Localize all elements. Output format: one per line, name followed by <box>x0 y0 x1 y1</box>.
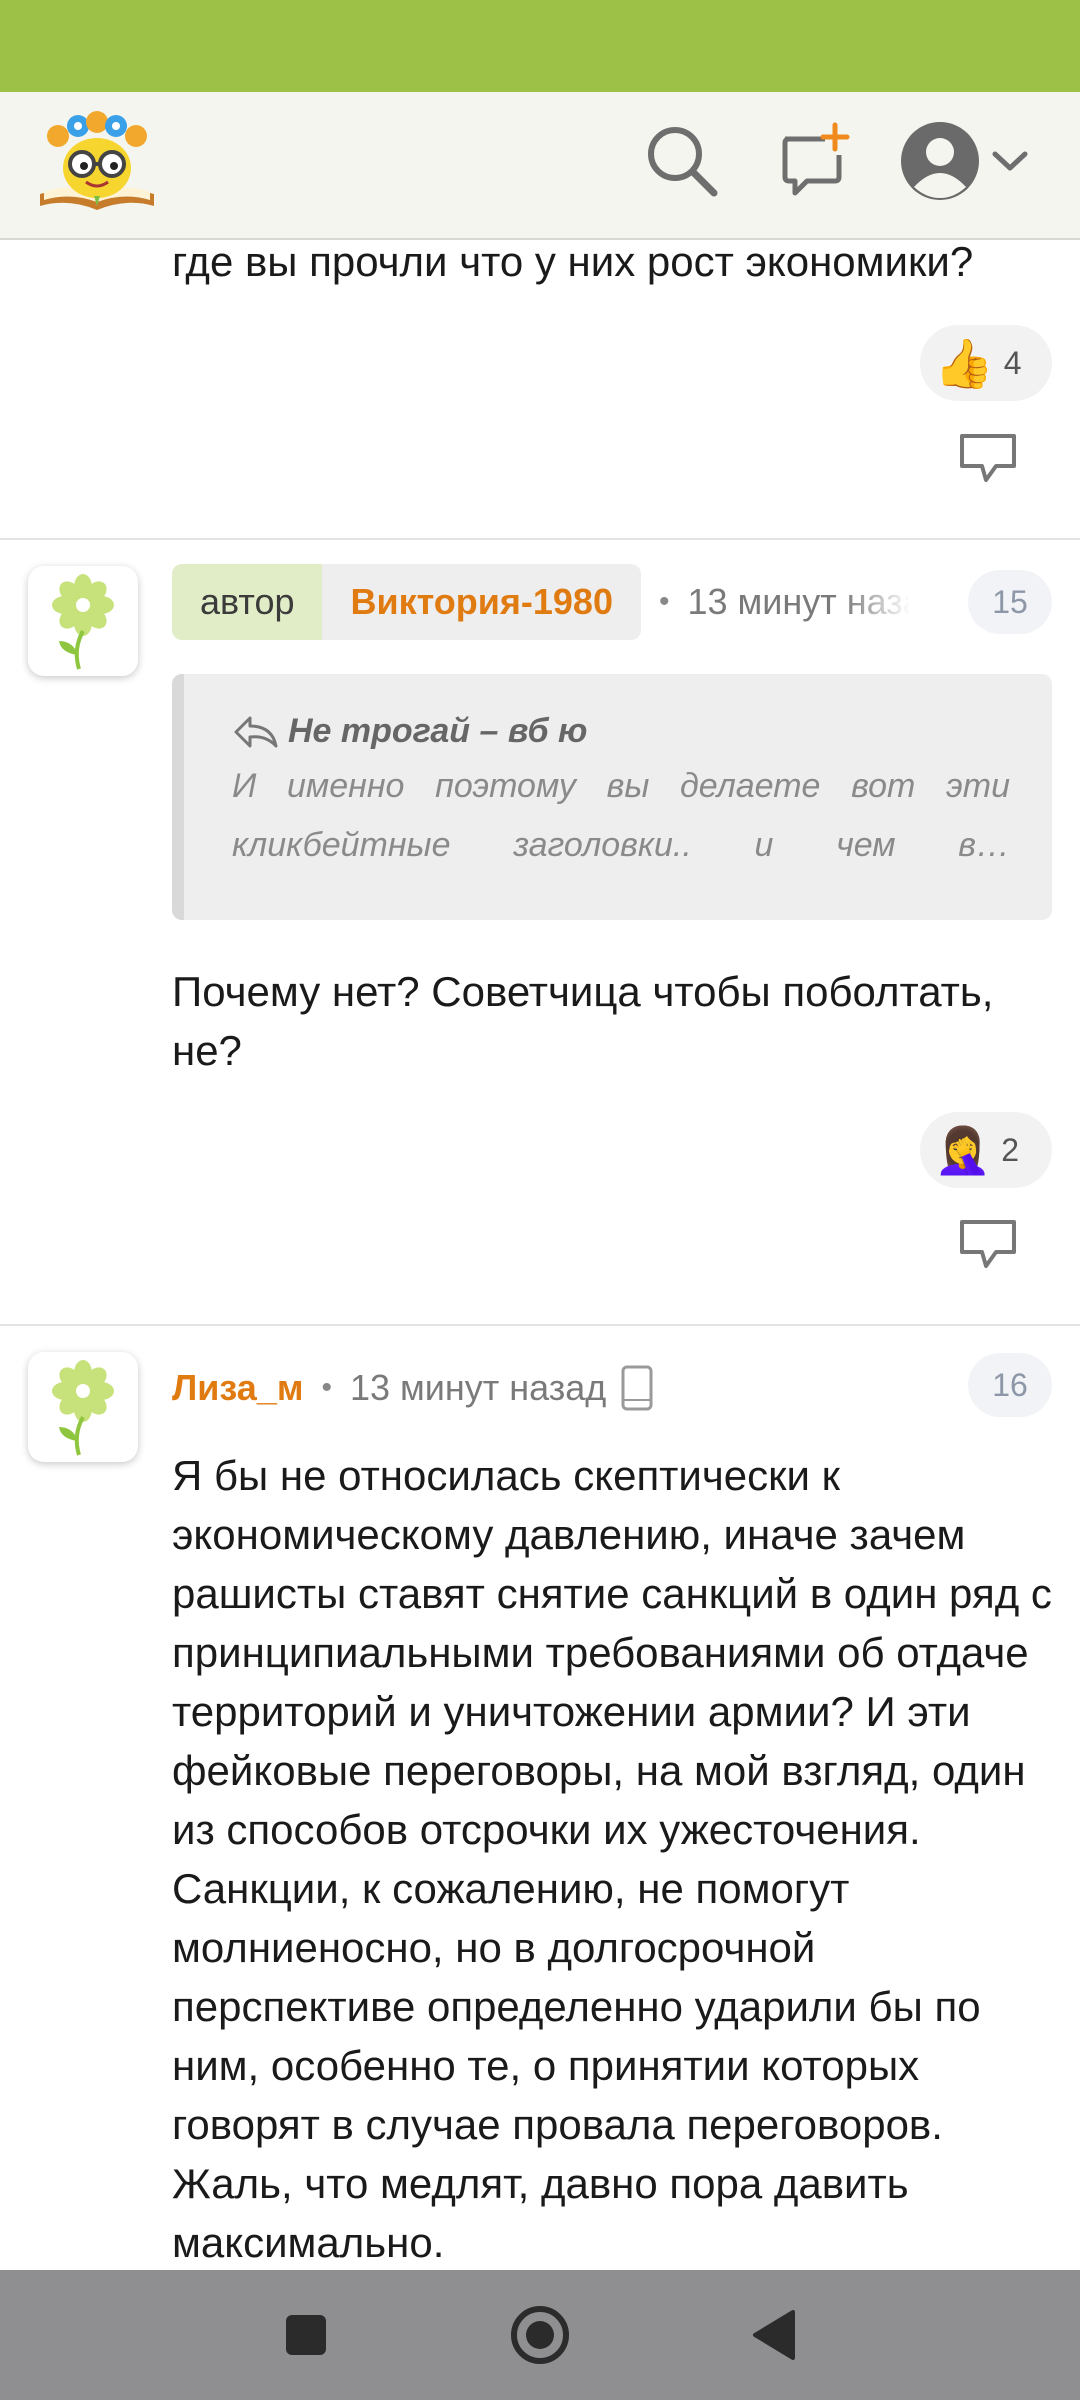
author-name: Виктория-1980 <box>322 564 641 640</box>
avatar-icon <box>898 119 982 208</box>
reaction-count: 2 <box>1001 1131 1020 1168</box>
back-button[interactable] <box>734 2295 814 2375</box>
quoted-text: И именно поэтому вы делаете вот эти клик… <box>232 767 1010 864</box>
home-circle-icon <box>511 2306 569 2364</box>
comment-number[interactable]: 15 <box>968 570 1052 634</box>
reply-button[interactable] <box>956 1216 1020 1272</box>
recents-button[interactable] <box>266 2295 346 2375</box>
thumbs-up-icon: 👍 <box>934 337 994 391</box>
avatar[interactable] <box>28 1352 138 1462</box>
meta-separator: • <box>658 585 670 618</box>
comment-time: 13 минут назад <box>687 581 910 622</box>
comment-number[interactable]: 16 <box>968 1353 1052 1417</box>
comment-divider <box>0 538 1080 540</box>
search-button[interactable] <box>637 118 727 208</box>
comments-feed: где вы прочли что у них рост экономики? … <box>0 240 1080 2270</box>
facepalm-icon: 🤦‍♀️ <box>934 1123 992 1176</box>
new-post-button[interactable] <box>768 118 858 208</box>
profile-menu-button[interactable] <box>898 118 1038 208</box>
comment-bubble-icon <box>960 1220 1016 1268</box>
comment-text: Я бы не относилась скептически к экономи… <box>172 1452 1052 2266</box>
reaction-button[interactable]: 👍 4 <box>920 325 1052 401</box>
comment-divider <box>0 1324 1080 1326</box>
new-message-icon <box>773 121 853 206</box>
quoted-author: Не трогай – вб ю <box>288 712 588 750</box>
reply-button[interactable] <box>956 430 1020 486</box>
comment-time: 13 минут назад <box>350 1367 607 1408</box>
app-header <box>0 92 1080 240</box>
avatar[interactable] <box>28 566 138 676</box>
home-button[interactable] <box>500 2295 580 2375</box>
reply-arrow-icon <box>232 714 280 750</box>
status-bar <box>0 0 1080 92</box>
quoted-comment[interactable]: Не трогай – вб ю И именно поэтому вы дел… <box>172 674 1052 920</box>
chevron-down-icon <box>990 149 1030 178</box>
flower-avatar-icon <box>52 574 114 670</box>
meta-separator: • <box>321 1371 332 1404</box>
back-triangle-icon <box>753 2310 795 2360</box>
search-icon <box>644 123 720 204</box>
square-icon <box>286 2315 326 2355</box>
author-name[interactable]: Лиза_м <box>172 1367 303 1409</box>
site-logo[interactable] <box>34 106 160 218</box>
mobile-device-icon <box>620 1364 654 1412</box>
comment-bubble-icon <box>960 434 1016 482</box>
comment-meta: автор Виктория-1980 • 13 минут назад <box>172 564 910 640</box>
comment-text: где вы прочли что у них рост экономики? <box>172 240 974 285</box>
comment-text: Почему нет? Советчица чтобы поболтать, н… <box>172 968 994 1074</box>
author-badge[interactable]: автор Виктория-1980 <box>172 564 641 640</box>
system-nav-bar <box>0 2270 1080 2400</box>
reaction-button[interactable]: 🤦‍♀️ 2 <box>920 1112 1052 1188</box>
reaction-count: 4 <box>1003 344 1022 381</box>
author-role-label: автор <box>172 564 323 640</box>
flower-avatar-icon <box>52 1360 114 1456</box>
comment-meta: Лиза_м • 13 минут назад <box>172 1350 654 1426</box>
